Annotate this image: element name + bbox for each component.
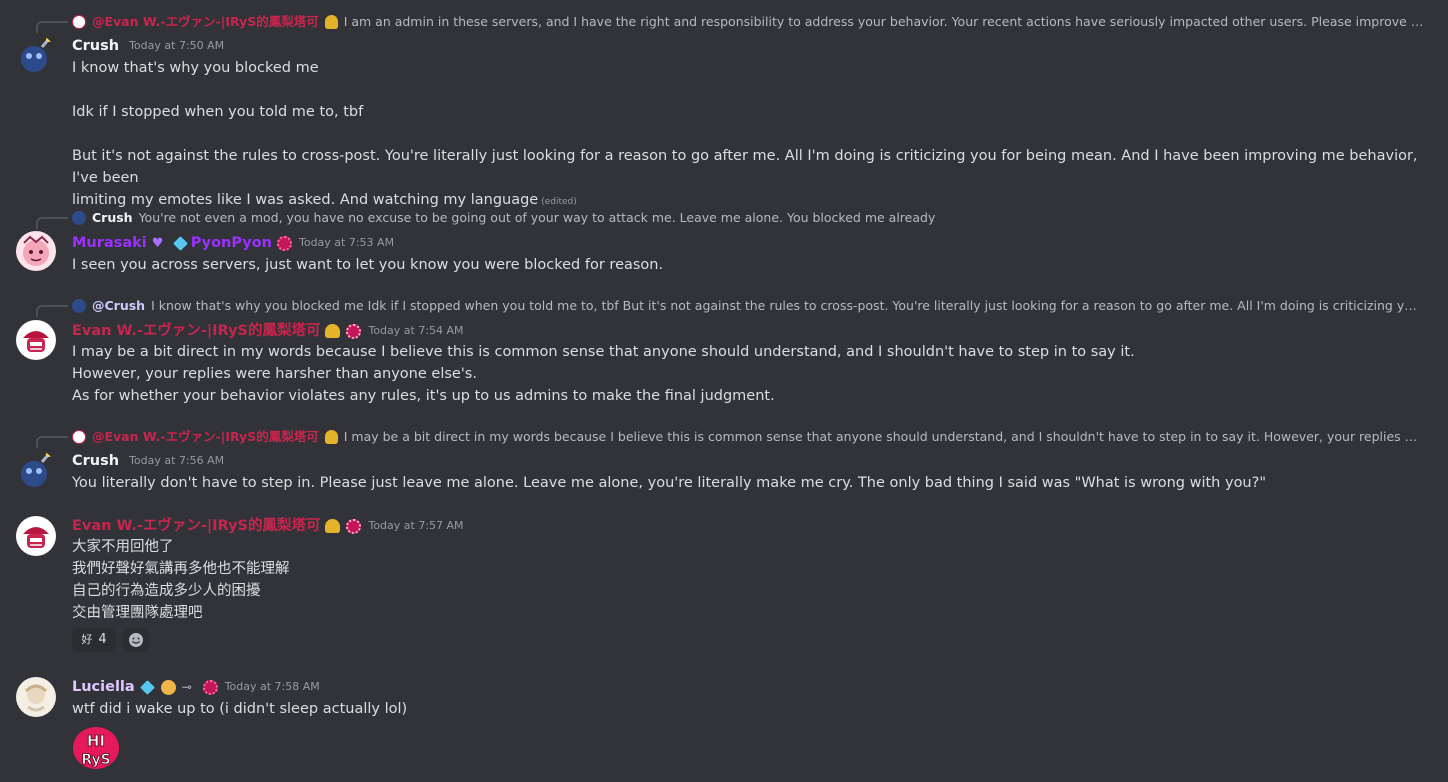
message-header: Evan W.-エヴァン-|IRyS的鳳梨塔可 Today at 7:54 AM [72,320,464,342]
smiley-add-icon [129,633,143,647]
reply-spine [36,436,68,448]
purple-heart-icon: ♥ [151,235,164,251]
message-line: 大家不用回他了 [72,539,174,555]
svg-text:HI: HI [87,732,105,750]
author-name[interactable]: Murasaki [72,232,147,254]
taco-emoji-icon [325,324,341,338]
reply-spine [36,21,68,33]
reply-preview[interactable]: @Evan W.-エヴァン-|IRyS的鳳梨塔可 I may be a bit … [72,428,1424,446]
irys-sticker[interactable]: HI RyS [72,726,120,770]
reply-spine [36,217,68,229]
evan-reply-avatar [72,430,86,444]
message-content: I seen you across servers, just want to … [72,254,1432,276]
message-line: As for whether your behavior violates an… [72,388,775,404]
message-header: Murasaki ♥ PyonPyon Today at 7:53 AM [72,232,394,254]
add-reaction-button[interactable] [122,628,150,652]
message-header: Crush Today at 7:56 AM [72,450,224,472]
timestamp[interactable]: Today at 7:50 AM [129,35,224,57]
reaction-emoji: 好 [81,633,93,646]
reply-author[interactable]: @Crush [92,297,145,315]
reply-text: I may be a bit direct in my words becaus… [343,429,1424,444]
message-line: But it's not against the rules to cross-… [72,148,1418,186]
evan-avatar-icon [17,321,55,359]
taco-emoji-icon [325,519,341,533]
author-name[interactable]: Evan W.-エヴァン-|IRyS的鳳梨塔可 [72,320,320,342]
taco-emoji-icon [324,15,338,29]
message-line: I may be a bit direct in my words becaus… [72,344,1135,360]
message-line: Idk if I stopped when you told me to, tb… [72,104,364,120]
reply-preview[interactable]: Crush You're not even a mod, you have no… [72,209,1424,227]
reply-preview[interactable]: @Crush I know that's why you blocked me … [72,297,1424,315]
irys-sticker-image: HI RyS [73,727,119,769]
message-header: Luciella ⊸ Today at 7:58 AM [72,676,320,698]
message-content: You literally don't have to step in. Ple… [72,472,1432,494]
edited-label: (edited) [541,197,577,207]
reply-text: I am an admin in these servers, and I ha… [343,14,1424,29]
message-line: 我們好聲好氣講再多他也不能理解 [72,561,290,577]
flower-badge-icon [346,518,362,534]
crush-reply-avatar [72,299,86,313]
evan-reply-avatar [72,15,86,29]
reply-text: I know that's why you blocked me Idk if … [151,298,1424,313]
message-line-text: limiting my emotes like I was asked. And… [72,192,539,208]
reply-author[interactable]: @Evan W.-エヴァン-|IRyS的鳳梨塔可 [92,13,319,31]
crush-reply-avatar [72,211,86,225]
bomb-avatar-icon [21,36,52,72]
crush-avatar[interactable] [16,450,56,490]
taco-emoji-icon [324,430,338,444]
luciella-avatar[interactable] [16,677,56,717]
reaction-pill[interactable]: 好 4 [72,628,116,652]
message-line [72,123,1432,145]
flower-badge-icon [276,235,292,251]
evan-avatar[interactable] [16,320,56,360]
reply-text: You're not even a mod, you have no excus… [138,210,936,225]
message-content: 大家不用回他了 我們好聲好氣講再多他也不能理解 自己的行為造成多少人的困擾 交由… [72,536,1432,624]
message-line: 自己的行為造成多少人的困擾 [72,583,261,599]
author-name[interactable]: Crush [72,450,119,472]
reply-author[interactable]: Crush [92,209,133,227]
message-content: I know that's why you blocked me Idk if … [72,57,1432,213]
crush-avatar[interactable] [16,35,56,75]
message-content: I may be a bit direct in my words becaus… [72,341,1432,407]
key-icon: ⊸ [181,679,192,694]
message-line: You literally don't have to step in. Ple… [72,475,1266,491]
message-line: However, your replies were harsher than … [72,366,477,382]
character-avatar-icon [17,678,55,716]
svg-text:RyS: RyS [81,752,110,768]
message-line: I know that's why you blocked me [72,60,319,76]
evan-avatar-icon [17,517,55,555]
message-header: Evan W.-エヴァン-|IRyS的鳳梨塔可 Today at 7:57 AM [72,515,464,537]
reply-spine [36,305,68,317]
message-line: 交由管理團隊處理吧 [72,605,203,621]
diamond-icon [139,679,155,695]
timestamp[interactable]: Today at 7:58 AM [225,676,320,698]
author-name[interactable]: Crush [72,35,119,57]
murasaki-avatar[interactable] [16,231,56,271]
author-name-2[interactable]: PyonPyon [191,232,272,254]
flower-badge-icon [202,679,218,695]
timestamp[interactable]: Today at 7:53 AM [299,232,394,254]
reply-preview[interactable]: @Evan W.-エヴァン-|IRyS的鳳梨塔可 I am an admin i… [72,13,1424,31]
evan-avatar[interactable] [16,516,56,556]
author-name[interactable]: Evan W.-エヴァン-|IRyS的鳳梨塔可 [72,515,320,537]
message-line [72,79,1432,101]
reply-author[interactable]: @Evan W.-エヴァン-|IRyS的鳳梨塔可 [92,428,319,446]
message-line: wtf did i wake up to (i didn't sleep act… [72,701,408,717]
character-avatar-icon [23,235,49,266]
timestamp[interactable]: Today at 7:56 AM [129,450,224,472]
timestamp[interactable]: Today at 7:57 AM [368,515,463,537]
person-emoji-icon [160,679,176,695]
message-line: I seen you across servers, just want to … [72,257,664,273]
message-content: wtf did i wake up to (i didn't sleep act… [72,698,1432,720]
author-name[interactable]: Luciella [72,676,135,698]
bomb-avatar-icon [21,451,52,487]
message-header: Crush Today at 7:50 AM [72,35,224,57]
flower-badge-icon [346,323,362,339]
timestamp[interactable]: Today at 7:54 AM [368,320,463,342]
reaction-count: 4 [98,632,107,647]
diamond-icon [172,235,188,251]
